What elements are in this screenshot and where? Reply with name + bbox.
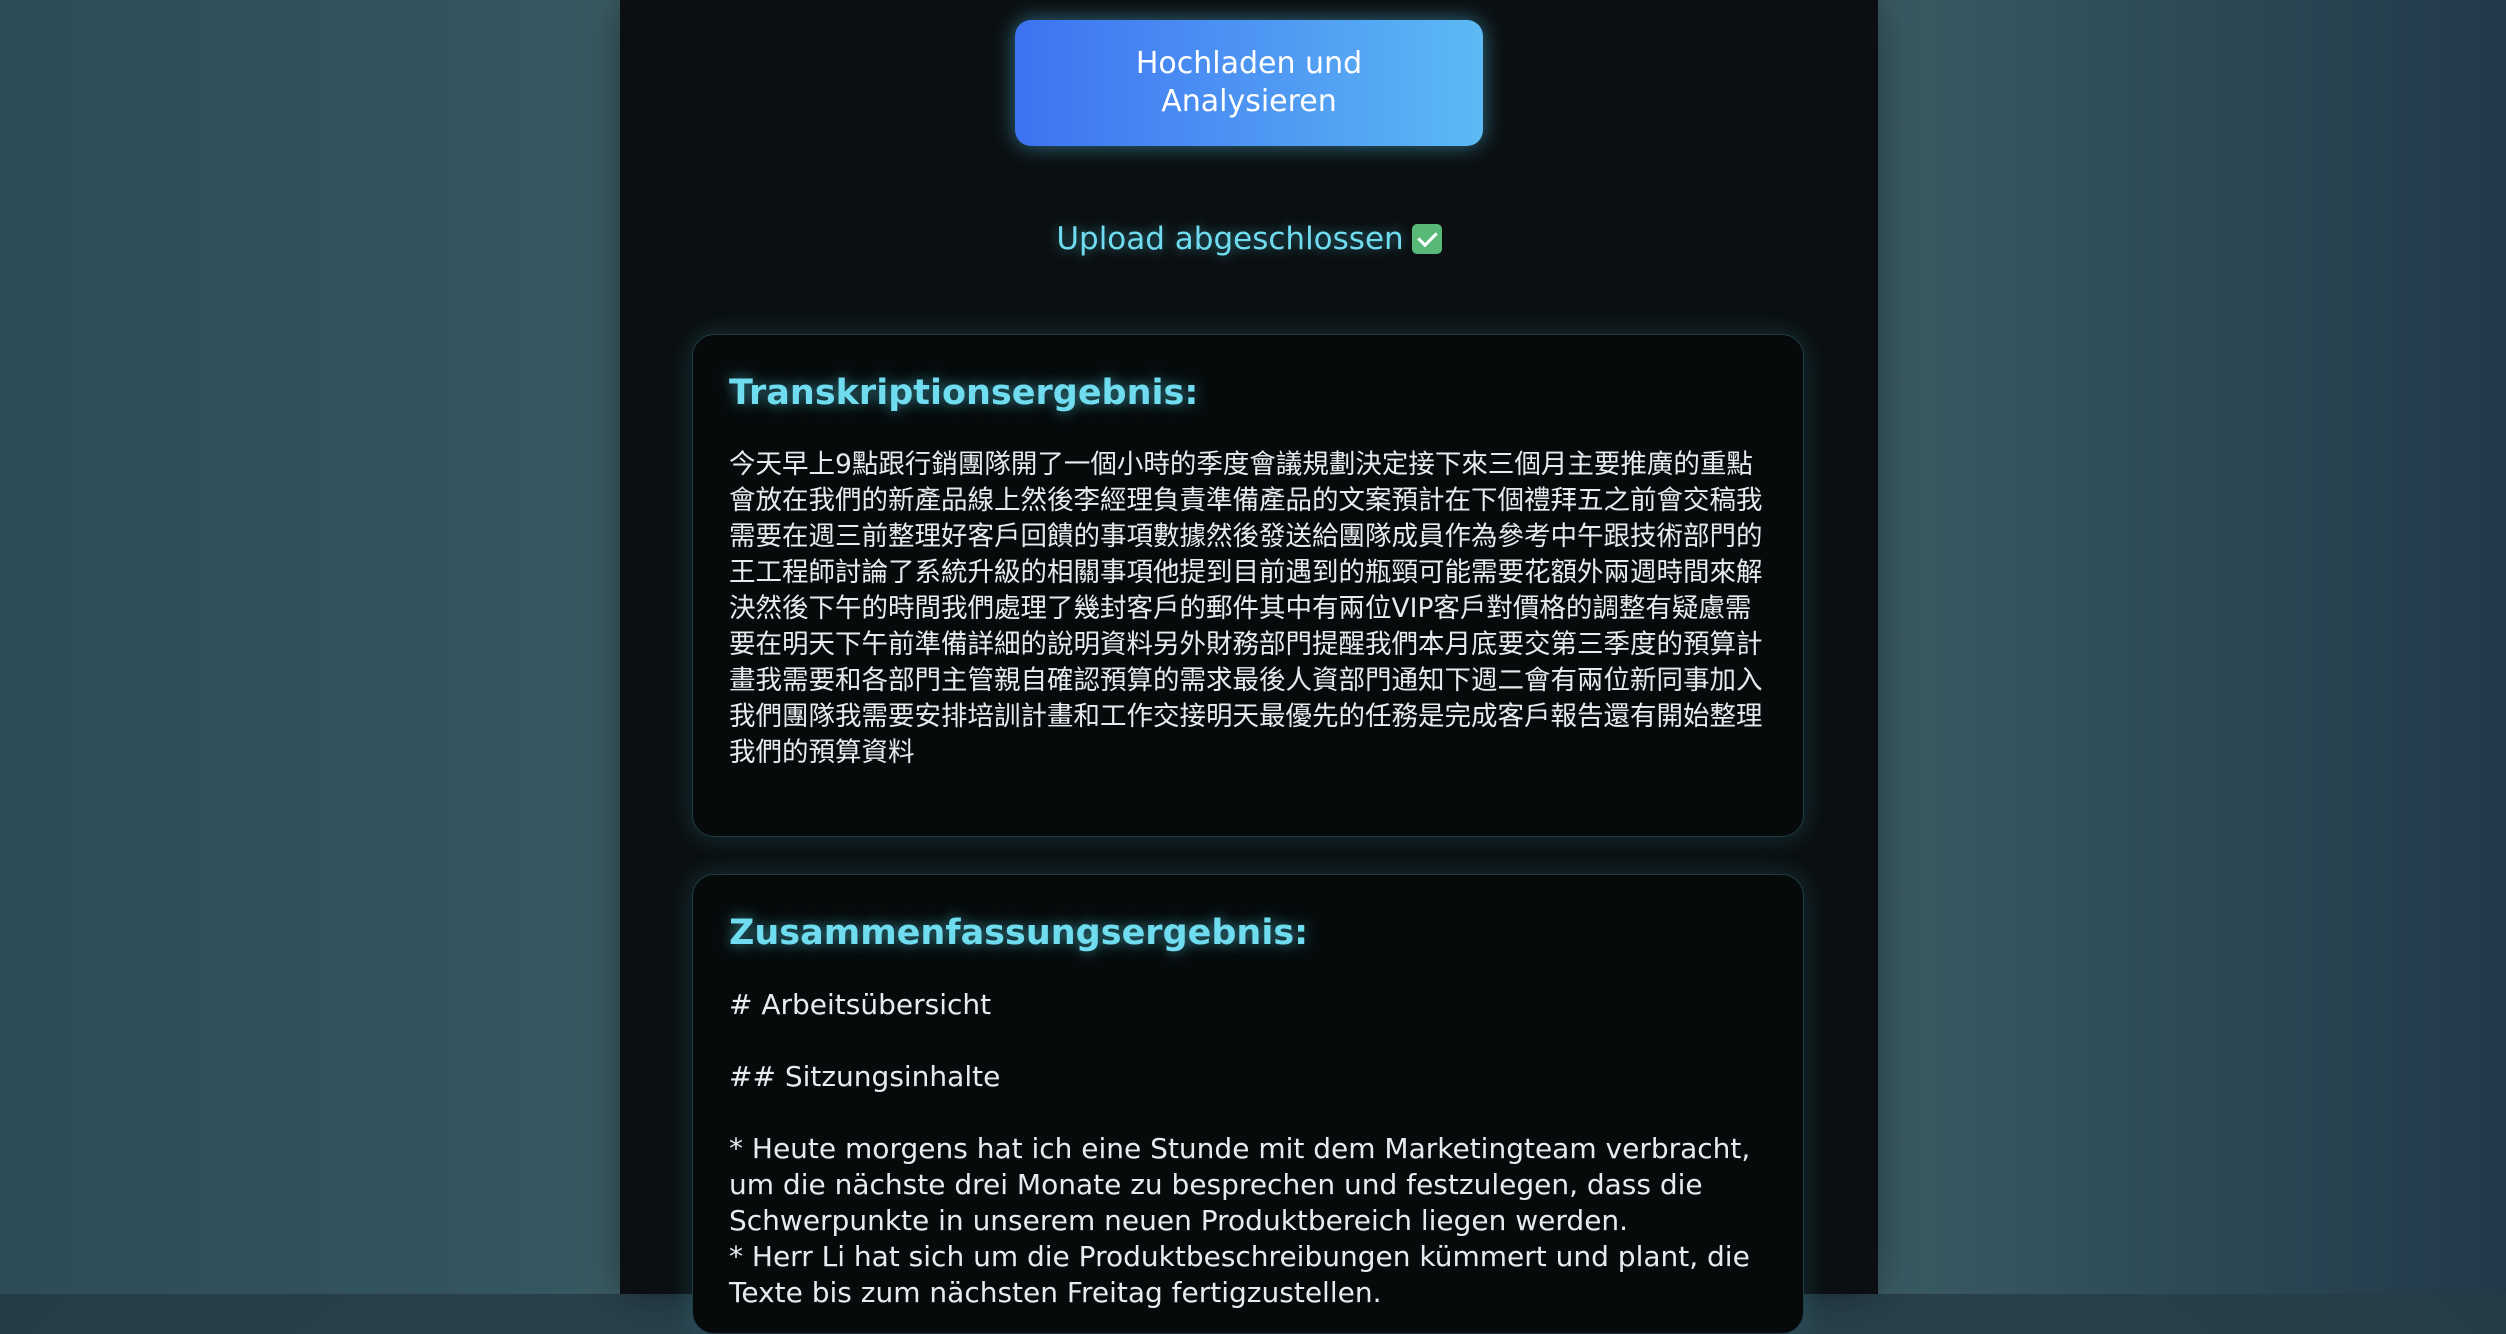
summary-heading-overview: # Arbeitsübersicht	[729, 988, 992, 1021]
transcription-title: Transkriptionsergebnis:	[729, 373, 1199, 413]
check-mark-icon	[1411, 224, 1442, 254]
upload-button-label: Hochladen und Analysieren	[1135, 46, 1363, 119]
main-panel: Hochladen und Analysieren Upload abgesch…	[620, 0, 1878, 1334]
upload-status: Upload abgeschlossen	[620, 218, 1878, 260]
upload-and-analyze-button[interactable]: Hochladen und Analysieren	[1015, 20, 1483, 146]
summary-bullet: * Heute morgens hat ich eine Stunde mit …	[729, 1132, 1760, 1237]
summary-card: Zusammenfassungsergebnis: # Arbeitsübers…	[692, 874, 1804, 1334]
background-left	[0, 0, 620, 1294]
upload-status-text: Upload abgeschlossen	[1056, 221, 1404, 257]
background-right	[1878, 0, 2506, 1294]
summary-heading-meetings: ## Sitzungsinhalte	[729, 1060, 1001, 1093]
summary-bullet: * Herr Li hat sich um die Produktbeschre…	[729, 1240, 1759, 1309]
transcription-card: Transkriptionsergebnis: 今天早上9點跟行銷團隊開了一個小…	[692, 334, 1804, 837]
transcription-text: 今天早上9點跟行銷團隊開了一個小時的季度會議規劃決定接下來三個月主要推廣的重點會…	[729, 449, 1763, 768]
summary-title: Zusammenfassungsergebnis:	[729, 913, 1309, 953]
